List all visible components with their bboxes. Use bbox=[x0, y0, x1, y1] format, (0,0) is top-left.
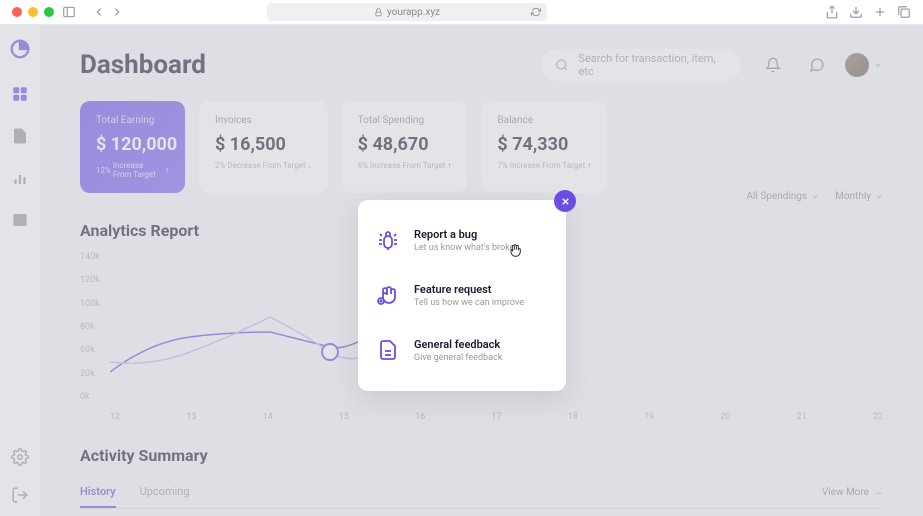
document-icon bbox=[376, 338, 400, 362]
modal-item-sub: Let us know what's broken bbox=[414, 243, 519, 253]
modal-item-title: Feature request bbox=[414, 283, 524, 296]
back-button-icon[interactable] bbox=[92, 5, 106, 19]
window-controls bbox=[12, 7, 54, 17]
maximize-window-button[interactable] bbox=[44, 7, 54, 17]
share-icon[interactable] bbox=[825, 5, 839, 19]
close-icon bbox=[560, 196, 571, 207]
cursor-pointer-icon bbox=[507, 242, 523, 264]
hand-plus-icon bbox=[376, 283, 400, 307]
minimize-window-button[interactable] bbox=[28, 7, 38, 17]
close-window-button[interactable] bbox=[12, 7, 22, 17]
url-text: yourapp.xyz bbox=[387, 7, 440, 18]
modal-item-title: Report a bug bbox=[414, 228, 519, 241]
address-bar[interactable]: yourapp.xyz bbox=[267, 3, 547, 21]
download-icon[interactable] bbox=[849, 5, 863, 19]
lock-icon bbox=[374, 8, 383, 17]
sidebar-toggle-icon[interactable] bbox=[62, 5, 76, 19]
modal-item-sub: Tell us how we can improve bbox=[414, 298, 524, 308]
bug-icon bbox=[376, 228, 400, 252]
new-tab-icon[interactable] bbox=[873, 5, 887, 19]
refresh-icon[interactable] bbox=[531, 7, 541, 17]
forward-button-icon[interactable] bbox=[110, 5, 124, 19]
feature-request-option[interactable]: Feature request Tell us how we can impro… bbox=[376, 275, 548, 316]
modal-close-button[interactable] bbox=[554, 190, 576, 212]
modal-item-sub: Give general feedback bbox=[414, 353, 502, 363]
tabs-icon[interactable] bbox=[897, 5, 911, 19]
browser-toolbar: yourapp.xyz bbox=[0, 0, 923, 25]
general-feedback-option[interactable]: General feedback Give general feedback bbox=[376, 330, 548, 371]
feedback-modal: Report a bug Let us know what's broken F… bbox=[358, 200, 566, 391]
modal-item-title: General feedback bbox=[414, 338, 502, 351]
